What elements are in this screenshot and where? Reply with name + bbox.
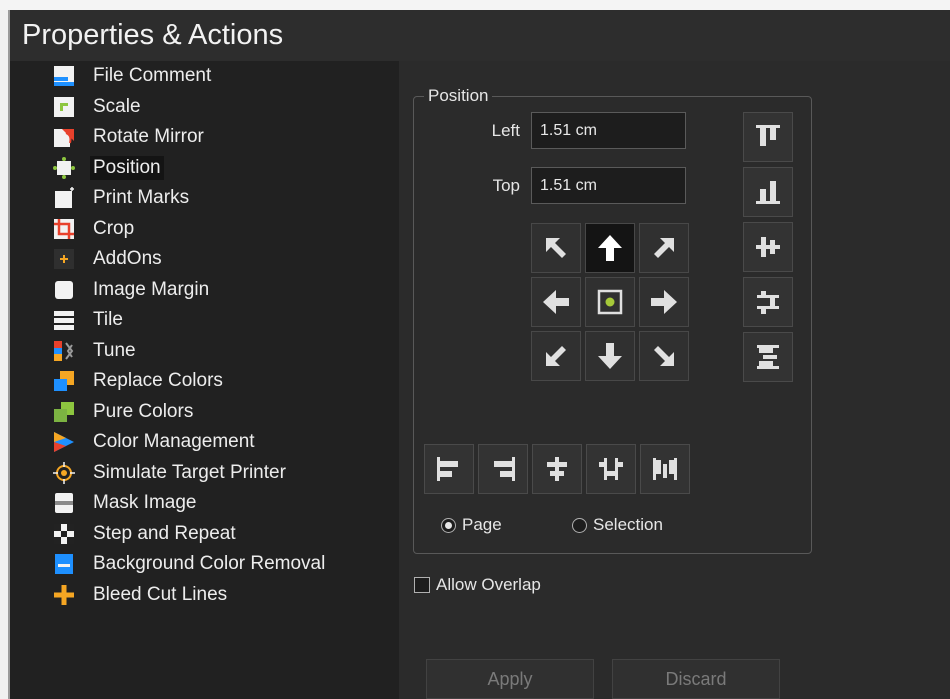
selection-radio-indicator [572,517,587,533]
distribute-vertical-button[interactable] [743,277,793,327]
sidebar-item-simulate-target-printer[interactable]: Simulate Target Printer [52,460,289,486]
align-top-icon [756,125,780,146]
arrow-up-icon [598,235,622,261]
sidebar-item-image-margin[interactable]: Image Margin [52,277,212,303]
sidebar-item-rotate-mirror[interactable]: Rotate Mirror [52,124,207,150]
properties-actions-panel: Properties & Actions File Comment Scale … [10,10,950,699]
sidebar-item-crop[interactable]: Crop [52,216,137,242]
arrow-right-icon [651,290,677,314]
distribute-horizontal-button[interactable] [586,444,636,494]
sidebar-item-replace-colors[interactable]: Replace Colors [52,368,226,394]
position-group: Position Left Top [413,86,812,554]
distribute-horizontal-icon [599,458,623,480]
image-margin-icon [52,278,76,302]
allow-overlap-checkbox[interactable]: Allow Overlap [414,575,541,595]
align-right-button[interactable] [478,444,528,494]
scale-icon [52,95,76,119]
align-horizontal-center-button[interactable] [532,444,582,494]
panel-title: Properties & Actions [10,10,950,61]
window-left-edge [0,10,10,699]
left-field[interactable] [531,112,686,149]
addons-icon [52,247,76,271]
print-marks-icon [52,186,76,210]
anchor-middle-right-button[interactable] [639,277,689,327]
replace-colors-icon [52,369,76,393]
align-right-icon [494,457,515,481]
arrow-left-icon [543,290,569,314]
distribute-horizontal-spacing-button[interactable] [640,444,690,494]
mask-image-icon [52,491,76,515]
bleed-cut-lines-icon [52,583,76,607]
sidebar-item-background-color-removal[interactable]: Background Color Removal [52,551,328,577]
position-settings-pane: Position Left Top [399,61,950,699]
arrow-down-left-icon [546,346,566,366]
distribute-vertical-spacing-icon [757,345,779,369]
tile-icon [52,308,76,332]
arrow-down-icon [598,343,622,369]
pure-colors-icon [52,400,76,424]
align-bottom-icon [756,181,780,204]
left-label: Left [491,121,520,140]
align-vertical-center-button[interactable] [743,222,793,272]
color-management-icon [52,430,76,454]
align-left-icon [437,457,458,481]
sidebar-item-print-marks[interactable]: Print Marks [52,185,192,211]
sidebar-item-tune[interactable]: Tune [52,338,139,364]
sidebar-item-position[interactable]: Position [52,155,164,181]
position-icon [52,156,76,180]
discard-button[interactable]: Discard [612,659,780,699]
top-field[interactable] [531,167,686,204]
sidebar-item-scale[interactable]: Scale [52,94,144,120]
align-left-button[interactable] [424,444,474,494]
center-point-icon [597,289,623,315]
anchor-bottom-left-button[interactable] [531,331,581,381]
align-horizontal-center-icon [547,457,567,481]
sidebar-item-tile[interactable]: Tile [52,307,126,333]
align-vertical-center-icon [756,237,780,257]
sidebar-item-mask-image[interactable]: Mask Image [52,490,199,516]
sidebar-item-pure-colors[interactable]: Pure Colors [52,399,196,425]
anchor-top-left-button[interactable] [531,223,581,273]
rotate-mirror-icon [52,125,76,149]
sidebar-item-file-comment[interactable]: File Comment [52,63,214,89]
arrow-up-left-icon [546,238,566,258]
step-and-repeat-icon [52,522,76,546]
sidebar-item-bleed-cut-lines[interactable]: Bleed Cut Lines [52,582,230,608]
align-top-button[interactable] [743,112,793,162]
simulate-target-printer-icon [52,461,76,485]
window-top-edge [0,0,950,10]
anchor-top-right-button[interactable] [639,223,689,273]
selection-radio[interactable]: Selection [572,515,663,535]
anchor-bottom-center-button[interactable] [585,331,635,381]
align-bottom-button[interactable] [743,167,793,217]
top-label: Top [492,176,520,195]
position-group-legend: Position [424,86,493,106]
distribute-vertical-icon [757,291,779,314]
anchor-top-center-button[interactable] [585,223,635,273]
allow-overlap-box [414,577,430,593]
crop-icon [52,217,76,241]
file-comment-icon [52,64,76,88]
sidebar-item-addons[interactable]: AddOns [52,246,165,272]
arrow-down-right-icon [654,346,674,366]
page-radio-indicator [441,517,456,533]
apply-button[interactable]: Apply [426,659,594,699]
sidebar-item-color-management[interactable]: Color Management [52,429,258,455]
anchor-center-button[interactable] [585,277,635,327]
tune-icon [52,339,76,363]
page-radio[interactable]: Page [441,515,502,535]
anchor-middle-left-button[interactable] [531,277,581,327]
sidebar-item-step-and-repeat[interactable]: Step and Repeat [52,521,239,547]
distribute-vertical-spacing-button[interactable] [743,332,793,382]
distribute-horizontal-spacing-icon [653,458,677,480]
anchor-bottom-right-button[interactable] [639,331,689,381]
background-color-removal-icon [52,552,76,576]
arrow-up-right-icon [654,238,674,258]
